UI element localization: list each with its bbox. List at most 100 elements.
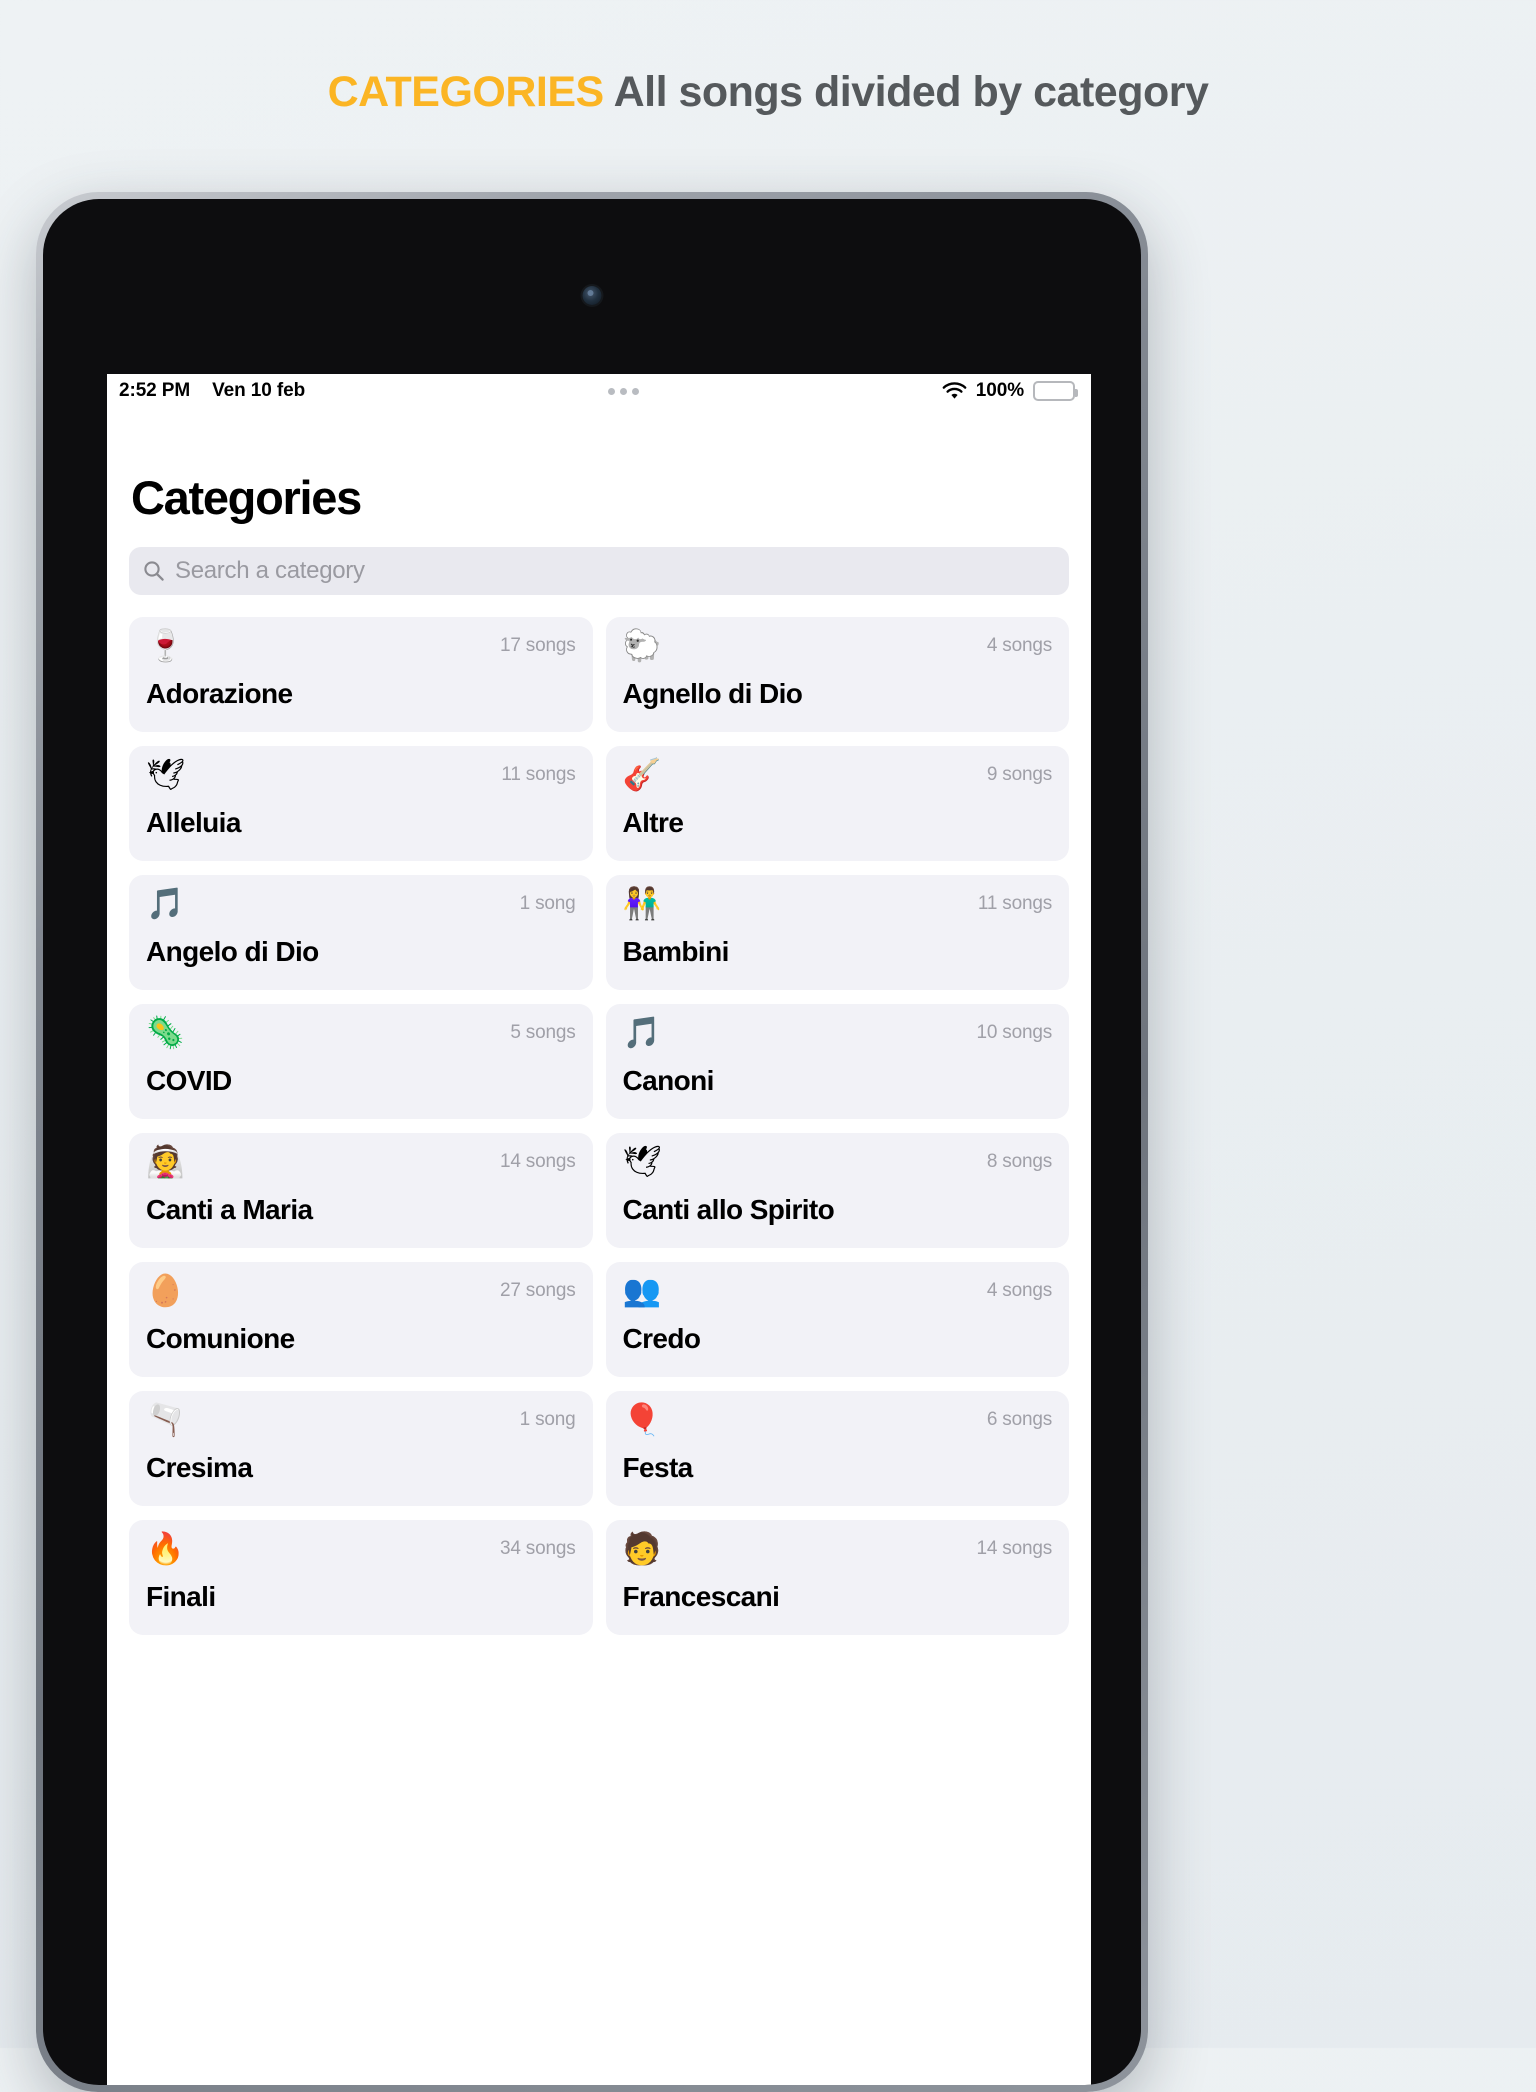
category-name: Festa bbox=[622, 1452, 694, 1483]
app-screen: 2:52 PM Ven 10 feb 100% Categories Searc… bbox=[107, 374, 1091, 2085]
category-song-count: 4 songs bbox=[986, 1280, 1052, 1301]
dove-icon: 🕊 bbox=[146, 757, 186, 792]
card-header: 🐑 4 songs bbox=[623, 630, 1053, 661]
page-content: Categories Search a category 🍷 17 songs Ad… bbox=[107, 470, 1091, 1635]
category-name: Finali bbox=[146, 1581, 216, 1612]
card-header: 🔥 34 songs bbox=[146, 1533, 576, 1564]
category-card[interactable]: 🕊 11 songs Alleluia bbox=[129, 746, 593, 861]
category-card[interactable]: 👰 14 songs Canti a Maria bbox=[129, 1133, 593, 1248]
search-icon bbox=[144, 561, 164, 581]
search-bar[interactable]: Search a category bbox=[129, 547, 1069, 595]
category-card[interactable]: 🎸 9 songs Altre bbox=[605, 746, 1069, 861]
virus-icon: 🦠 bbox=[146, 1015, 185, 1050]
card-header: 👫 11 songs bbox=[623, 888, 1053, 919]
category-song-count: 4 songs bbox=[986, 635, 1052, 656]
card-header: 👥 4 songs bbox=[623, 1275, 1053, 1306]
category-card[interactable]: 👫 11 songs Bambini bbox=[605, 875, 1069, 990]
category-name: Agnello di Dio bbox=[622, 678, 803, 709]
category-name: Cresima bbox=[146, 1452, 253, 1483]
category-song-count: 34 songs bbox=[499, 1538, 576, 1559]
category-song-count: 10 songs bbox=[976, 1022, 1052, 1043]
wifi-icon bbox=[942, 381, 967, 399]
flame-icon: 🔥 bbox=[146, 1531, 185, 1566]
people-group-icon: 👥 bbox=[622, 1273, 662, 1308]
card-header: 🎈 6 songs bbox=[623, 1404, 1053, 1435]
category-card[interactable]: 🔥 34 songs Finali bbox=[129, 1520, 593, 1635]
music-notes-icon: 🎵 bbox=[146, 886, 185, 921]
category-song-count: 27 songs bbox=[499, 1280, 576, 1301]
bread-hand-icon: 🥚 bbox=[146, 1273, 185, 1308]
category-card[interactable]: 🎵 10 songs Canoni bbox=[605, 1004, 1069, 1119]
category-name: COVID bbox=[146, 1065, 232, 1096]
card-header: 👰 14 songs bbox=[146, 1146, 576, 1177]
category-song-count: 9 songs bbox=[986, 764, 1052, 785]
card-header: 🍷 17 songs bbox=[146, 630, 576, 661]
category-name: Comunione bbox=[146, 1323, 295, 1354]
madonna-icon: 👰 bbox=[146, 1144, 185, 1179]
category-song-count: 8 songs bbox=[986, 1151, 1052, 1172]
battery-full-icon bbox=[1033, 381, 1078, 401]
category-name: Canti allo Spirito bbox=[622, 1194, 835, 1225]
category-song-count: 17 songs bbox=[499, 635, 576, 656]
category-card[interactable]: 🥚 27 songs Comunione bbox=[129, 1262, 593, 1377]
balloons-icon: 🎈 bbox=[622, 1402, 662, 1437]
handle-dot bbox=[619, 387, 627, 395]
category-name: Canoni bbox=[622, 1065, 715, 1096]
category-song-count: 14 songs bbox=[499, 1151, 576, 1172]
category-name: Adorazione bbox=[146, 678, 293, 709]
card-header: 🦠 5 songs bbox=[146, 1017, 576, 1048]
category-song-count: 5 songs bbox=[510, 1022, 576, 1043]
battery-percent-label: 100% bbox=[975, 380, 1024, 401]
card-header: 🧑 14 songs bbox=[623, 1533, 1053, 1564]
category-song-count: 14 songs bbox=[976, 1538, 1052, 1559]
handle-dot bbox=[631, 387, 639, 395]
front-camera-icon bbox=[582, 286, 602, 305]
category-card[interactable]: 🕊 8 songs Canti allo Spirito bbox=[605, 1133, 1069, 1248]
category-card[interactable]: 🫗 1 song Cresima bbox=[129, 1391, 593, 1506]
category-card[interactable]: 🧑 14 songs Francescani bbox=[605, 1520, 1069, 1635]
category-card[interactable]: 🎵 1 song Angelo di Dio bbox=[129, 875, 593, 990]
marketing-headline: CATEGORIES All songs divided by category bbox=[0, 68, 1536, 117]
device-bezel: 2:52 PM Ven 10 feb 100% Categories Searc… bbox=[43, 199, 1141, 2085]
status-time: 2:52 PM bbox=[119, 380, 191, 401]
category-song-count: 1 song bbox=[519, 1409, 576, 1430]
category-name: Angelo di Dio bbox=[146, 936, 319, 967]
card-header: 🎸 9 songs bbox=[623, 759, 1053, 790]
holy-spirit-dove-icon: 🕊 bbox=[622, 1144, 662, 1179]
search-input[interactable]: Search a category bbox=[175, 557, 365, 585]
guitar-icon: 🎸 bbox=[622, 757, 662, 792]
status-bar: 2:52 PM Ven 10 feb 100% bbox=[107, 374, 1091, 408]
multitask-handle[interactable] bbox=[305, 387, 942, 395]
children-icon: 👫 bbox=[622, 886, 662, 921]
anointing-oil-icon: 🫗 bbox=[146, 1402, 185, 1437]
music-notes-icon: 🎵 bbox=[622, 1015, 662, 1050]
category-card[interactable]: 🎈 6 songs Festa bbox=[605, 1391, 1069, 1506]
headline-accent-word: CATEGORIES bbox=[327, 68, 605, 116]
card-header: 🥚 27 songs bbox=[146, 1275, 576, 1306]
category-name: Altre bbox=[622, 807, 684, 838]
chalice-icon: 🍷 bbox=[146, 628, 185, 663]
card-header: 🎵 1 song bbox=[146, 888, 576, 919]
tablet-device-mockup: 2:52 PM Ven 10 feb 100% Categories Searc… bbox=[36, 192, 1148, 2092]
lamb-icon: 🐑 bbox=[622, 628, 662, 663]
category-name: Canti a Maria bbox=[146, 1194, 313, 1225]
handle-dot bbox=[607, 387, 615, 395]
card-header: 🕊 8 songs bbox=[623, 1146, 1053, 1177]
category-song-count: 11 songs bbox=[501, 764, 576, 785]
card-header: 🕊 11 songs bbox=[146, 759, 576, 790]
category-name: Alleluia bbox=[146, 807, 241, 838]
status-bar-left: 2:52 PM Ven 10 feb bbox=[119, 380, 305, 402]
category-card[interactable]: 🦠 5 songs COVID bbox=[129, 1004, 593, 1119]
friar-icon: 🧑 bbox=[622, 1531, 662, 1566]
status-date: Ven 10 feb bbox=[212, 380, 306, 401]
category-song-count: 6 songs bbox=[986, 1409, 1052, 1430]
headline-rest-text: All songs divided by category bbox=[603, 68, 1209, 116]
category-song-count: 1 song bbox=[519, 893, 576, 914]
category-card[interactable]: 👥 4 songs Credo bbox=[605, 1262, 1069, 1377]
category-name: Credo bbox=[622, 1323, 702, 1354]
category-card[interactable]: 🐑 4 songs Agnello di Dio bbox=[605, 617, 1069, 732]
status-bar-right: 100% bbox=[942, 380, 1078, 402]
category-name: Bambini bbox=[622, 936, 730, 967]
category-grid: 🍷 17 songs Adorazione 🐑 4 songs Agnello di Di… bbox=[129, 617, 1069, 1635]
category-card[interactable]: 🍷 17 songs Adorazione bbox=[129, 617, 593, 732]
